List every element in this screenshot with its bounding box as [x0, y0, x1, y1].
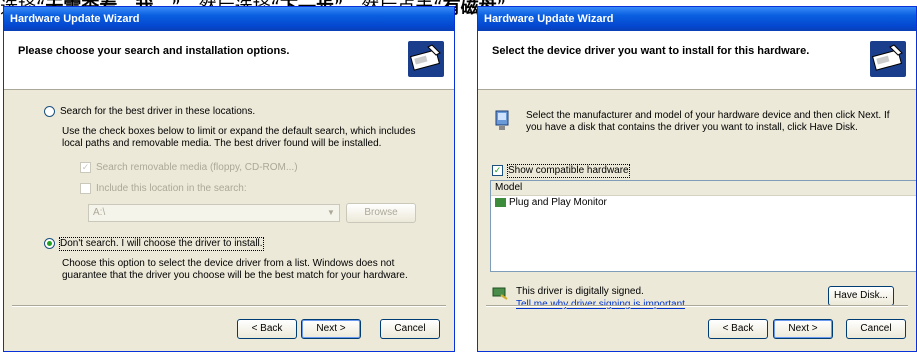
- back-button[interactable]: < Back: [708, 319, 768, 339]
- wizard-window-select-driver: Hardware Update Wizard Select the device…: [477, 6, 917, 352]
- browse-button: Browse: [346, 203, 416, 223]
- location-combo: A:\ ▼: [88, 204, 340, 222]
- check-show-compatible-label[interactable]: Show compatible hardware: [507, 164, 630, 178]
- wizard-header: Please choose your search and installati…: [4, 31, 454, 90]
- check-removable-media: ✓: [80, 162, 91, 173]
- wizard-body: Search for the best driver in these loca…: [4, 90, 454, 305]
- radio-dont-search[interactable]: [44, 238, 55, 249]
- wizard-header: Select the device driver you want to ins…: [478, 31, 916, 90]
- back-button[interactable]: < Back: [237, 319, 297, 339]
- hardware-wizard-icon: [408, 41, 444, 77]
- have-disk-button[interactable]: Have Disk...: [828, 286, 894, 306]
- header-title: Select the device driver you want to ins…: [492, 45, 810, 57]
- monitor-icon: [495, 197, 506, 207]
- cancel-button[interactable]: Cancel: [380, 319, 440, 339]
- search-description: Use the check boxes below to limit or ex…: [62, 126, 416, 149]
- window-title-bar[interactable]: Hardware Update Wizard: [4, 7, 454, 31]
- location-combo-value: A:\: [93, 207, 106, 218]
- check-show-compatible[interactable]: ✓: [492, 165, 503, 176]
- check-include-location: [80, 183, 91, 194]
- button-separator: [12, 305, 446, 307]
- check-removable-media-label: Search removable media (floppy, CD-ROM..…: [96, 162, 298, 173]
- header-title: Please choose your search and installati…: [18, 45, 290, 57]
- button-separator: [486, 305, 908, 307]
- next-button[interactable]: Next >: [301, 319, 361, 339]
- next-button[interactable]: Next >: [773, 319, 833, 339]
- hardware-wizard-icon: [870, 41, 906, 77]
- list-item[interactable]: Plug and Play Monitor: [491, 196, 916, 210]
- radio-search-best[interactable]: [44, 106, 55, 117]
- chevron-down-icon: ▼: [327, 208, 335, 217]
- list-item-label: Plug and Play Monitor: [509, 197, 607, 208]
- cancel-button[interactable]: Cancel: [846, 319, 906, 339]
- radio-search-best-label[interactable]: Search for the best driver in these loca…: [60, 106, 255, 118]
- signed-driver-icon: [492, 287, 508, 300]
- wizard-window-search-options: Hardware Update Wizard Please choose you…: [3, 6, 455, 352]
- dont-search-description: Choose this option to select the device …: [62, 258, 408, 281]
- model-list[interactable]: Model Plug and Play Monitor: [490, 180, 916, 272]
- intro-text: Select the manufacturer and model of you…: [526, 110, 890, 133]
- wizard-body: Select the manufacturer and model of you…: [478, 90, 916, 310]
- list-header-model[interactable]: Model: [491, 181, 916, 196]
- check-include-location-label: Include this location in the search:: [96, 183, 247, 194]
- window-title-bar[interactable]: Hardware Update Wizard: [478, 7, 916, 31]
- device-driver-icon: [495, 110, 509, 130]
- radio-dont-search-label[interactable]: Don't search. I will choose the driver t…: [59, 237, 264, 251]
- signed-text: This driver is digitally signed.: [516, 286, 644, 297]
